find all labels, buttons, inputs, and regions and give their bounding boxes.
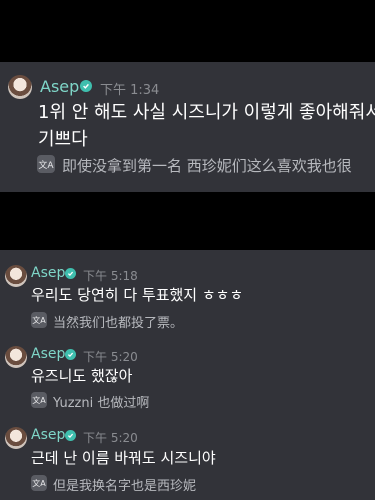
chat-message[interactable]: Asep 下午 5:20 근데 난 이름 바꿔도 시즈니야 文A 但是我换名字也… (0, 412, 375, 500)
translate-icon[interactable]: 文A (31, 312, 47, 328)
message-timestamp: 下午 5:18 (83, 269, 138, 283)
chat-message[interactable]: Asep 下午 5:20 유즈니도 했잖아 文A Yuzzni 也做过啊 (0, 332, 375, 412)
chat-message[interactable]: Asep 下午 1:34 1위 안 해도 사실 시즈니가 이렇게 좋아해줘서 기… (0, 62, 375, 192)
avatar[interactable] (5, 346, 27, 368)
message-text-line-2: 기쁘다 (38, 129, 88, 150)
translation-text: 即使没拿到第一名 西珍妮们这么喜欢我也很 (62, 157, 352, 175)
avatar[interactable] (5, 427, 27, 449)
verified-check-icon (80, 80, 92, 92)
translate-icon[interactable]: 文A (31, 475, 47, 491)
translation-text: Yuzzni 也做过啊 (53, 396, 150, 411)
message-text: 우리도 당연히 다 투표했지 ㅎㅎㅎ (31, 286, 244, 304)
author-name[interactable]: Asep (31, 427, 65, 443)
verified-check-icon (65, 268, 76, 279)
chat-panel-bottom: Asep 下午 5:18 우리도 당연히 다 투표했지 ㅎㅎㅎ 文A 当然我们也… (0, 250, 375, 500)
avatar[interactable] (5, 265, 27, 287)
translate-icon[interactable]: 文A (37, 155, 55, 173)
author-name[interactable]: Asep (31, 346, 65, 362)
message-timestamp: 下午 1:34 (100, 83, 160, 98)
translation-text: 当然我们也都投了票。 (53, 316, 184, 331)
author-name[interactable]: Asep (31, 265, 65, 281)
chat-panel-top: Asep 下午 1:34 1위 안 해도 사실 시즈니가 이렇게 좋아해줘서 기… (0, 62, 375, 192)
chat-message[interactable]: Asep 下午 5:18 우리도 당연히 다 투표했지 ㅎㅎㅎ 文A 当然我们也… (0, 250, 375, 332)
message-text-line-1: 1위 안 해도 사실 시즈니가 이렇게 좋아해줘서 (38, 102, 375, 123)
author-name[interactable]: Asep (40, 77, 79, 96)
message-timestamp: 下午 5:20 (83, 431, 138, 445)
message-timestamp: 下午 5:20 (83, 350, 138, 364)
verified-check-icon (65, 430, 76, 441)
translate-icon[interactable]: 文A (31, 392, 47, 408)
message-text: 유즈니도 했잖아 (31, 367, 133, 385)
avatar[interactable] (8, 75, 32, 99)
translation-text: 但是我换名字也是西珍妮 (53, 479, 197, 494)
message-text: 근데 난 이름 바꿔도 시즈니야 (31, 449, 216, 467)
verified-check-icon (65, 349, 76, 360)
